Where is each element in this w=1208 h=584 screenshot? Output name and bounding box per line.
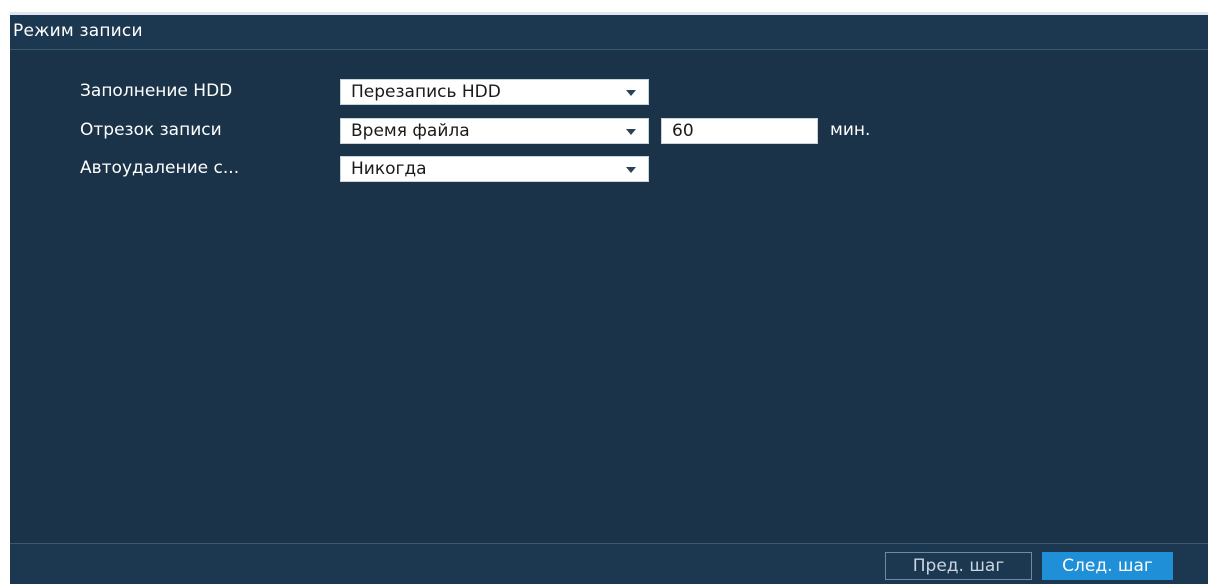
form-row-record-segment: Отрезок записи Время файла мин. (10, 118, 1208, 146)
hdd-full-label: Заполнение HDD (80, 81, 233, 101)
record-segment-select-value: Время файла (351, 121, 470, 141)
footer-bar: Пред. шаг След. шаг (10, 543, 1208, 584)
form-row-auto-delete: Автоудаление с... Никогда (10, 156, 1208, 184)
chevron-down-icon (626, 129, 636, 135)
segment-length-input[interactable] (661, 118, 818, 144)
segment-length-unit: мин. (830, 120, 871, 140)
chevron-down-icon (626, 90, 636, 96)
auto-delete-label: Автоудаление с... (80, 158, 240, 178)
chevron-down-icon (626, 167, 636, 173)
auto-delete-select[interactable]: Никогда (340, 156, 649, 182)
next-step-button[interactable]: След. шаг (1042, 552, 1173, 580)
hdd-full-select[interactable]: Перезапись HDD (340, 79, 649, 105)
record-segment-label: Отрезок записи (80, 120, 222, 140)
record-mode-window: Режим записи Заполнение HDD Перезапись H… (10, 12, 1208, 584)
prev-step-button[interactable]: Пред. шаг (885, 552, 1032, 580)
form-row-hdd-full: Заполнение HDD Перезапись HDD (10, 79, 1208, 107)
auto-delete-select-value: Никогда (351, 159, 427, 179)
record-segment-select[interactable]: Время файла (340, 118, 649, 144)
window-header: Режим записи (10, 12, 1208, 50)
window-title: Режим записи (13, 21, 143, 41)
hdd-full-select-value: Перезапись HDD (351, 82, 501, 102)
